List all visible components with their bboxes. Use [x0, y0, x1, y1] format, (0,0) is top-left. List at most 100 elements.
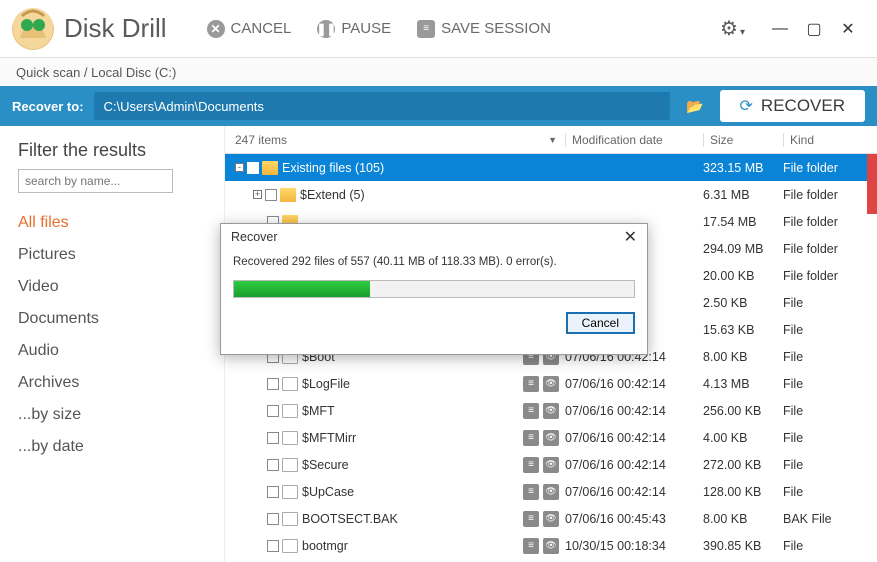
row-info-icon[interactable]: ≡ — [523, 376, 539, 392]
filter-video[interactable]: Video — [18, 271, 206, 303]
row-name: $MFT — [298, 404, 523, 418]
row-preview-icon[interactable]: 👁 — [543, 376, 559, 392]
row-checkbox[interactable] — [247, 162, 259, 174]
filter-title: Filter the results — [18, 140, 206, 161]
row-mod-date: 07/06/16 00:42:14 — [565, 404, 703, 418]
row-info-icon[interactable]: ≡ — [523, 430, 539, 446]
table-row[interactable]: $LogFile≡👁07/06/16 00:42:144.13 MBFile — [225, 370, 877, 397]
row-info-icon[interactable]: ≡ — [523, 403, 539, 419]
row-checkbox[interactable] — [267, 405, 279, 417]
dialog-cancel-button[interactable]: Cancel — [566, 312, 635, 334]
row-preview-icon[interactable]: 👁 — [543, 403, 559, 419]
table-row[interactable]: bootmgr≡👁10/30/15 00:18:34390.85 KBFile — [225, 532, 877, 559]
filter-pictures[interactable]: Pictures — [18, 239, 206, 271]
search-input[interactable] — [18, 169, 173, 193]
row-checkbox[interactable] — [267, 540, 279, 552]
sidebar: Filter the results All filesPicturesVide… — [0, 126, 225, 562]
dialog-close-icon[interactable]: ✕ — [624, 227, 637, 247]
row-size: 15.63 KB — [703, 323, 783, 337]
filter--by-date[interactable]: ...by date — [18, 431, 206, 463]
filter-audio[interactable]: Audio — [18, 335, 206, 367]
recover-icon: ⟳ — [740, 96, 753, 116]
recover-path-input[interactable] — [94, 92, 671, 120]
settings-gear-icon[interactable]: ⚙ — [720, 16, 745, 41]
row-checkbox[interactable] — [267, 432, 279, 444]
column-header: 247 items ▼ Modification date Size Kind — [225, 126, 877, 154]
col-size[interactable]: Size — [703, 133, 783, 147]
recover-to-label: Recover to: — [12, 99, 84, 114]
table-row[interactable]: $MFT≡👁 07/06/16 00:42:14256.00 KBFile — [225, 397, 877, 424]
recover-progress-dialog: Recover ✕ Recovered 292 files of 557 (40… — [220, 223, 648, 355]
pause-icon: ❚❚ — [317, 20, 335, 38]
expand-toggle[interactable]: - — [235, 163, 244, 172]
row-checkbox[interactable] — [267, 486, 279, 498]
minimize-button[interactable]: — — [769, 18, 791, 40]
row-kind: File — [783, 377, 877, 391]
row-name: Existing files (105) — [278, 161, 565, 175]
row-mod-date: 07/06/16 00:42:14 — [565, 377, 703, 391]
row-checkbox[interactable] — [267, 378, 279, 390]
row-preview-icon[interactable]: 👁 — [543, 430, 559, 446]
row-info-icon[interactable]: ≡ — [523, 511, 539, 527]
maximize-button[interactable]: ▢ — [803, 18, 825, 40]
table-row[interactable]: +$Extend (5)6.31 MBFile folder — [225, 181, 877, 208]
expand-toggle[interactable]: + — [253, 190, 262, 199]
app-logo — [12, 8, 54, 50]
row-info-icon[interactable]: ≡ — [523, 538, 539, 554]
filter--by-size[interactable]: ...by size — [18, 399, 206, 431]
file-icon — [282, 512, 298, 526]
row-preview-icon[interactable]: 👁 — [543, 511, 559, 527]
sort-indicator-icon[interactable]: ▼ — [548, 135, 557, 145]
col-kind[interactable]: Kind — [783, 133, 877, 147]
row-size: 17.54 MB — [703, 215, 783, 229]
dialog-title: Recover — [231, 230, 278, 244]
row-size: 390.85 KB — [703, 539, 783, 553]
row-info-icon[interactable]: ≡ — [523, 457, 539, 473]
row-kind: File — [783, 539, 877, 553]
table-row[interactable]: -Existing files (105)323.15 MBFile folde… — [225, 154, 877, 181]
row-kind: File folder — [783, 161, 877, 175]
table-row[interactable]: BOOTSECT.BAK≡👁07/06/16 00:45:438.00 KBBA… — [225, 505, 877, 532]
row-size: 256.00 KB — [703, 404, 783, 418]
filter-all-files[interactable]: All files — [18, 207, 206, 239]
recover-button[interactable]: ⟳ RECOVER — [720, 90, 865, 122]
row-preview-icon[interactable]: 👁 — [543, 484, 559, 500]
row-name: bootmgr — [298, 539, 523, 553]
filter-archives[interactable]: Archives — [18, 367, 206, 399]
row-size: 8.00 KB — [703, 350, 783, 364]
row-info-icon[interactable]: ≡ — [523, 484, 539, 500]
folder-icon — [262, 161, 278, 175]
col-modification[interactable]: Modification date — [565, 133, 703, 147]
row-name: $LogFile — [298, 377, 523, 391]
row-size: 128.00 KB — [703, 485, 783, 499]
row-checkbox[interactable] — [267, 459, 279, 471]
pause-button[interactable]: ❚❚ PAUSE — [317, 20, 391, 38]
filter-documents[interactable]: Documents — [18, 303, 206, 335]
breadcrumb: Quick scan / Local Disc (C:) — [0, 58, 877, 86]
app-title: Disk Drill — [64, 13, 167, 44]
row-preview-icon[interactable]: 👁 — [543, 538, 559, 554]
table-row[interactable]: $UpCase≡👁07/06/16 00:42:14128.00 KBFile — [225, 478, 877, 505]
browse-folder-icon[interactable]: 📂 — [686, 98, 703, 115]
save-session-button[interactable]: ≡ SAVE SESSION — [417, 20, 551, 38]
table-row[interactable]: $Secure≡👁07/06/16 00:42:14272.00 KBFile — [225, 451, 877, 478]
row-name: $Secure — [298, 458, 523, 472]
recover-button-label: RECOVER — [761, 96, 845, 116]
table-row[interactable]: $MFTMirr≡👁07/06/16 00:42:144.00 KBFile — [225, 424, 877, 451]
row-kind: File — [783, 404, 877, 418]
row-checkbox[interactable] — [267, 513, 279, 525]
cancel-button[interactable]: ✕ CANCEL — [207, 20, 292, 38]
items-count: 247 items — [235, 133, 287, 147]
scrollbar[interactable] — [867, 154, 877, 214]
row-checkbox[interactable] — [265, 189, 277, 201]
row-kind: File folder — [783, 188, 877, 202]
file-icon — [282, 377, 298, 391]
row-mod-date: 07/06/16 00:42:14 — [565, 458, 703, 472]
row-kind: File — [783, 485, 877, 499]
close-button[interactable]: ✕ — [837, 18, 859, 40]
row-kind: File — [783, 350, 877, 364]
row-name: $MFTMirr — [298, 431, 523, 445]
row-size: 272.00 KB — [703, 458, 783, 472]
titlebar: Disk Drill ✕ CANCEL ❚❚ PAUSE ≡ SAVE SESS… — [0, 0, 877, 58]
row-preview-icon[interactable]: 👁 — [543, 457, 559, 473]
